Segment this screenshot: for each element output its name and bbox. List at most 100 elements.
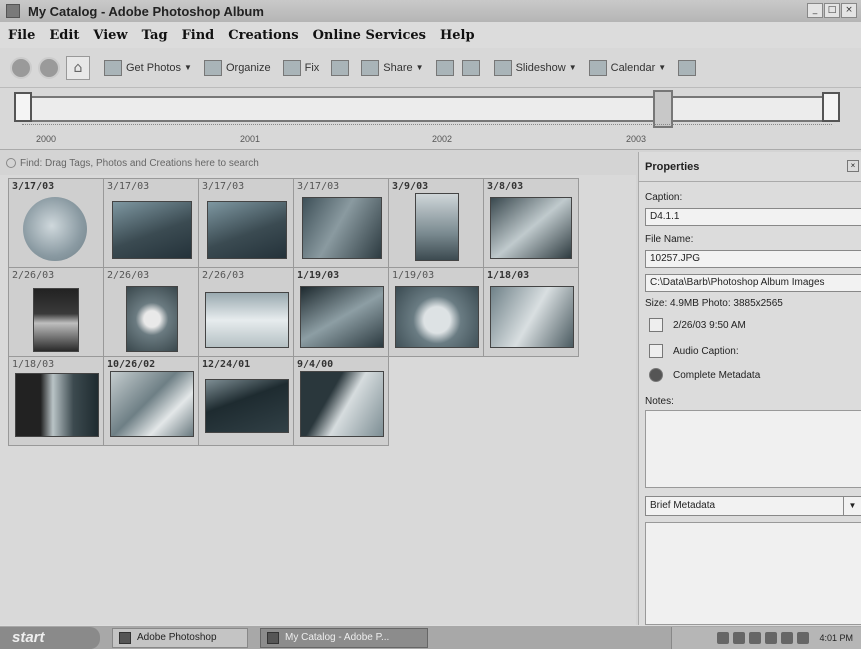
timeline-year: 2003 [626, 134, 647, 144]
home-icon[interactable]: ⌂ [66, 55, 90, 80]
organize-button[interactable]: Organize [203, 55, 271, 81]
menu-creations[interactable]: Creations [228, 28, 298, 43]
menu-help[interactable]: Help [440, 28, 475, 43]
get-photos-label: Get Photos [126, 61, 182, 74]
timeline-track[interactable] [22, 96, 832, 122]
menu-edit[interactable]: Edit [49, 28, 79, 43]
filename-field[interactable]: 10257.JPG [645, 250, 861, 268]
audio-caption-row[interactable]: Audio Caption: [649, 344, 739, 358]
photo-thumbnail[interactable]: 1/19/03 [389, 268, 484, 357]
share-label: Share [383, 61, 413, 74]
photo-thumbnail[interactable]: 2/26/03 [104, 268, 199, 357]
photo-thumbnail[interactable]: 3/17/03 [9, 179, 104, 268]
slideshow-button[interactable]: Slideshow ▼ [493, 55, 577, 81]
menu-tag[interactable]: Tag [142, 28, 168, 43]
window-title: My Catalog - Adobe Photoshop Album [28, 3, 264, 19]
dropdown-arrow-icon: ▼ [184, 63, 192, 72]
timeline-year: 2000 [36, 134, 57, 144]
calendar-button[interactable]: Calendar ▼ [588, 55, 667, 81]
timeline-left-handle[interactable] [14, 92, 32, 122]
tray-icon[interactable] [781, 632, 794, 644]
photo-date: 3/17/03 [297, 181, 340, 192]
photo-thumbnail[interactable]: 3/8/03 [484, 179, 579, 268]
close-button[interactable]: × [841, 3, 857, 18]
toolbar: ⌂ Get Photos ▼ Organize Fix Share ▼ Slides… [0, 48, 861, 88]
binoculars-icon [6, 158, 16, 168]
tray-icon[interactable] [765, 632, 778, 644]
photo-thumbnail[interactable]: 3/17/03 [199, 179, 294, 268]
metadata-icon [649, 368, 663, 382]
print-preview-icon[interactable] [435, 59, 454, 76]
notes-label: Notes: [645, 396, 674, 407]
close-icon[interactable]: × [847, 160, 859, 172]
fix-button[interactable]: Fix [282, 55, 319, 81]
photo-thumbnail[interactable]: 12/24/01 [199, 357, 294, 446]
tray-icon[interactable] [749, 632, 762, 644]
task-adobe-photoshop[interactable]: Adobe Photoshop [112, 627, 248, 648]
photo-image [415, 193, 459, 261]
menu-file[interactable]: File [8, 28, 35, 43]
photo-thumbnail[interactable]: 2/26/03 [199, 268, 294, 357]
photo-thumbnail[interactable]: 3/17/03 [104, 179, 199, 268]
photo-thumbnail[interactable]: 2/26/03 [9, 268, 104, 357]
share-icon [361, 59, 380, 76]
photo-thumbnail[interactable]: 3/9/03 [389, 179, 484, 268]
find-bar[interactable]: Find: Drag Tags, Photos and Creations he… [0, 152, 636, 174]
photo-image [126, 286, 178, 352]
caption-field[interactable]: D4.1.1 [645, 208, 861, 226]
properties-panel: Properties × Caption: D4.1.1 File Name: … [638, 152, 861, 625]
photo-thumbnail[interactable]: 1/19/03 [294, 268, 389, 357]
app-icon[interactable] [6, 4, 20, 18]
metadata-select[interactable]: Brief Metadata ▼ [645, 496, 861, 516]
photo-image [395, 286, 479, 348]
start-button[interactable]: start [0, 626, 100, 649]
photo-thumbnail[interactable]: 10/26/02 [104, 357, 199, 446]
tray-icon[interactable] [717, 632, 730, 644]
photo-date: 9/4/00 [297, 359, 334, 370]
photo-date: 10/26/02 [107, 359, 156, 370]
organize-label: Organize [225, 61, 271, 74]
photo-thumbnail[interactable]: 3/17/03 [294, 179, 389, 268]
get-photos-button[interactable]: Get Photos ▼ [104, 55, 192, 81]
menu-online-services[interactable]: Online Services [313, 28, 426, 43]
tray-icon[interactable] [733, 632, 746, 644]
dropdown-arrow-icon: ▼ [568, 63, 577, 72]
date-row[interactable]: 2/26/03 9:50 AM [649, 318, 746, 332]
photo-image [110, 371, 194, 437]
notes-field[interactable] [645, 410, 861, 488]
timeline-right-handle[interactable] [822, 92, 840, 122]
photo-image [33, 288, 79, 352]
minimize-button[interactable]: _ [807, 3, 823, 18]
photo-thumbnail[interactable]: 9/4/00 [294, 357, 389, 446]
menu-find[interactable]: Find [182, 28, 215, 43]
photo-image [205, 379, 289, 433]
tray-icon[interactable] [797, 632, 810, 644]
photo-date: 3/9/03 [392, 181, 429, 192]
calendar-label: Calendar [610, 61, 656, 74]
camera-icon [104, 59, 122, 76]
speaker-icon [649, 344, 663, 358]
forward-button[interactable] [38, 56, 60, 79]
complete-metadata-row[interactable]: Complete Metadata [649, 368, 760, 382]
taskbar: start Adobe Photoshop My Catalog - Adobe… [0, 625, 861, 649]
clipboard-icon[interactable] [678, 59, 697, 76]
menu-view[interactable]: View [93, 28, 127, 43]
share-button[interactable]: Share ▼ [361, 55, 424, 81]
photo-date: 2/26/03 [107, 270, 150, 281]
dropdown-arrow-icon: ▼ [658, 63, 667, 72]
photo-image [207, 201, 287, 259]
photo-thumbnail[interactable]: 1/18/03 [9, 357, 104, 446]
print-icon[interactable] [461, 59, 480, 76]
photo-thumbnail[interactable]: 1/18/03 [484, 268, 579, 357]
photo-image [302, 197, 382, 259]
timeline-slider-thumb[interactable] [653, 90, 673, 128]
timeline[interactable]: 2000 2001 2002 2003 [0, 88, 861, 150]
rotate-icon[interactable] [331, 59, 350, 76]
photo-date: 3/17/03 [12, 181, 55, 192]
timeline-year: 2002 [432, 134, 453, 144]
task-my-catalog[interactable]: My Catalog - Adobe P... [260, 627, 428, 648]
system-tray: 4:01 PM [671, 627, 861, 649]
back-button[interactable] [10, 56, 32, 79]
calendar-icon [649, 318, 663, 332]
maximize-button[interactable]: □ [824, 3, 840, 18]
